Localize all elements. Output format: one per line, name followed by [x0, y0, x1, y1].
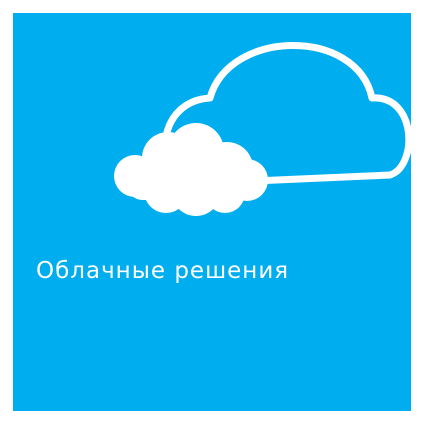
cloud-icon [114, 42, 411, 216]
tile-label: Облачные решения [36, 258, 290, 284]
cloud-solutions-tile[interactable]: Облачные решения [13, 13, 411, 411]
